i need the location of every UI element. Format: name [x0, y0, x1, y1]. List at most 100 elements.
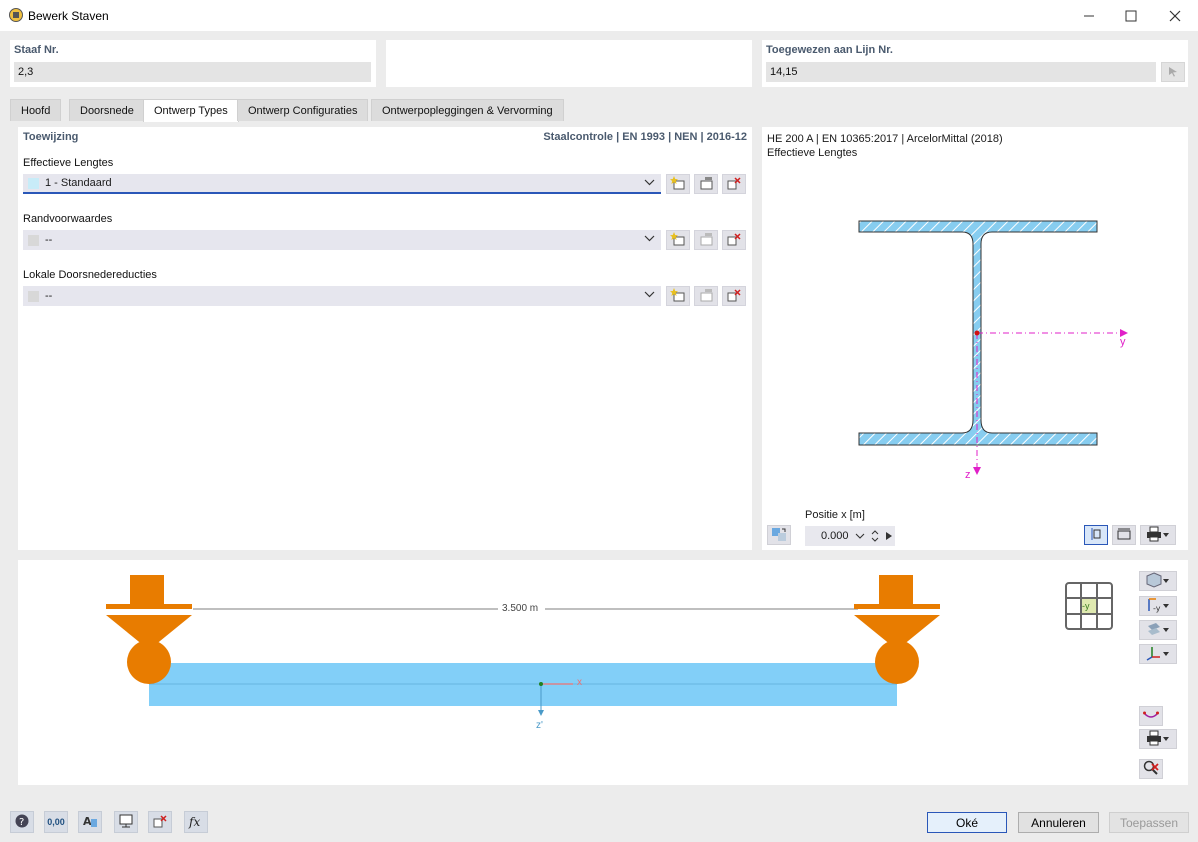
chevron-down-icon [1162, 599, 1170, 613]
member-number-field[interactable]: 2,3 [14, 62, 371, 82]
z-axis-label: z [965, 469, 971, 481]
axis-y-icon: -y [1146, 597, 1162, 616]
assigned-line-field[interactable]: 14,15 [766, 62, 1156, 82]
new-star-icon [670, 231, 686, 250]
tab-label: Ontwerp Types [154, 105, 228, 117]
close-icon[interactable] [1152, 0, 1198, 31]
svg-text:A: A [83, 815, 92, 828]
deformation-button[interactable] [1139, 706, 1163, 726]
view-direction-button[interactable]: -y [1139, 596, 1177, 616]
svg-text:-y: -y [1153, 604, 1161, 613]
new-item-button[interactable] [666, 286, 690, 306]
chevron-down-icon [1162, 528, 1170, 542]
apply-button[interactable]: Toepassen [1109, 812, 1189, 833]
reductions-value: -- [45, 290, 53, 302]
svg-text:?: ? [19, 817, 24, 828]
assigned-line-panel: Toegewezen aan Lijn Nr. 14,15 [762, 40, 1188, 87]
member-icon [8, 7, 24, 23]
color-swatch [28, 177, 39, 189]
effective-lengths-select[interactable]: 1 - Standaard [23, 174, 661, 194]
zoom-reset-icon [1143, 760, 1159, 779]
chevron-down-icon [644, 289, 655, 303]
new-item-button[interactable] [666, 174, 690, 194]
z-axis-label: z' [536, 720, 543, 731]
design-standard: Staalcontrole | EN 1993 | NEN | 2016-12 [543, 131, 747, 143]
units-button[interactable]: 0,00 [44, 811, 68, 833]
function-icon: fx [188, 813, 204, 832]
empty-panel [386, 40, 752, 87]
length-label: 3.500 m [502, 603, 539, 614]
delete-item-button[interactable] [722, 286, 746, 306]
edit-item-button[interactable] [694, 174, 718, 194]
centroid-point [974, 330, 980, 336]
display-mode-button[interactable] [1139, 620, 1177, 640]
printer-icon [1146, 730, 1162, 749]
reductions-select[interactable]: -- [23, 286, 661, 306]
color-swatch [28, 290, 39, 302]
new-star-icon [670, 175, 686, 194]
boundary-label: Randvoorwaardes [23, 213, 113, 225]
boundary-value: -- [45, 234, 53, 246]
spin-updown-icon[interactable] [871, 528, 879, 547]
axes-icon [1146, 645, 1162, 664]
edit-item-button[interactable] [694, 230, 718, 250]
position-label: Positie x [m] [805, 509, 865, 521]
position-spinner[interactable]: 0.000 [805, 526, 895, 546]
tab-ontwerp-types[interactable]: Ontwerp Types [143, 99, 239, 122]
delete-assignment-button[interactable] [148, 811, 172, 833]
tab-label: Hoofd [21, 105, 51, 117]
minimize-icon[interactable] [1066, 0, 1112, 31]
cancel-button[interactable]: Annuleren [1018, 812, 1099, 833]
assigned-line-label: Toegewezen aan Lijn Nr. [766, 44, 893, 56]
ok-button[interactable]: Oké [927, 812, 1007, 833]
play-next-icon[interactable] [885, 531, 893, 544]
help-button[interactable]: ? [10, 811, 34, 833]
maximize-icon[interactable] [1108, 0, 1154, 31]
layers-icon [1146, 621, 1162, 640]
annotation-icon: A [82, 813, 98, 832]
view-iso-button[interactable] [1139, 571, 1177, 591]
boundary-select[interactable]: -- [23, 230, 661, 250]
tab-doorsnede[interactable]: Doorsnede [69, 99, 145, 121]
effective-lengths-label: Effectieve Lengtes [23, 157, 114, 169]
delete-item-button[interactable] [722, 230, 746, 250]
title-bar: Bewerk Staven [0, 0, 1198, 31]
swap-icon [771, 526, 787, 545]
chevron-down-icon [644, 233, 655, 247]
tab-ontwerp-configuraties[interactable]: Ontwerp Configuraties [237, 99, 369, 121]
text-annotation-button[interactable]: A [78, 811, 102, 833]
help-icon: ? [14, 813, 30, 832]
sync-section-button[interactable] [767, 525, 791, 545]
display-icon [118, 813, 134, 832]
section-table-button[interactable] [1112, 525, 1136, 545]
tab-label: Ontwerp Configuraties [248, 105, 358, 117]
width-icon [1116, 526, 1132, 545]
reductions-label: Lokale Doorsnedereducties [23, 269, 157, 281]
view-settings-button[interactable] [114, 811, 138, 833]
reset-view-button[interactable] [1139, 759, 1163, 779]
effective-lengths-value: 1 - Standaard [45, 177, 112, 189]
delete-icon [152, 813, 168, 832]
delete-icon [726, 175, 742, 194]
chevron-down-icon[interactable] [855, 531, 865, 544]
z-axis-arrow [973, 467, 981, 475]
y-axis-label: y [1120, 336, 1126, 348]
edit-icon [698, 231, 714, 250]
formula-button[interactable]: fx [184, 811, 208, 833]
coordinate-system-button[interactable] [1139, 644, 1177, 664]
new-item-button[interactable] [666, 230, 690, 250]
tab-ontwerpopleggingen[interactable]: Ontwerpopleggingen & Vervorming [371, 99, 564, 121]
tab-hoofd[interactable]: Hoofd [10, 99, 62, 121]
delete-item-button[interactable] [722, 174, 746, 194]
show-dimensions-button[interactable] [1084, 525, 1108, 545]
print-section-button[interactable] [1140, 525, 1176, 545]
cross-section-drawing [858, 220, 1128, 475]
edit-item-button[interactable] [694, 286, 718, 306]
edit-icon [698, 175, 714, 194]
assignment-title: Toewijzing [23, 131, 79, 143]
beam-body [149, 663, 897, 706]
svg-text:fx: fx [188, 815, 200, 829]
view-cube[interactable]: -y [1065, 582, 1113, 630]
print-view-button[interactable] [1139, 729, 1177, 749]
pick-line-button[interactable] [1161, 62, 1185, 82]
